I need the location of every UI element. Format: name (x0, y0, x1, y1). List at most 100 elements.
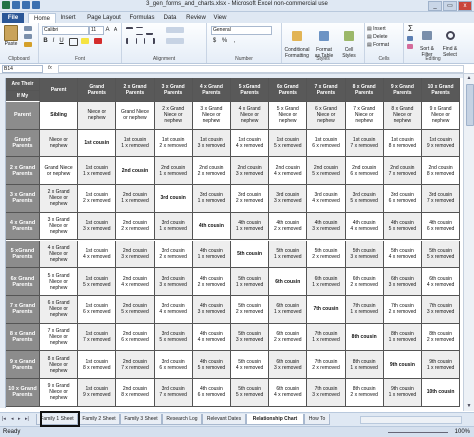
table-cell[interactable]: 5th cousin (231, 240, 270, 269)
italic-button[interactable]: I (50, 38, 57, 44)
table-cell[interactable]: 3rd cousin (154, 185, 193, 213)
table-cell[interactable]: 8th cousin 2 x removed (422, 323, 461, 352)
table-cell[interactable]: 1st cousin 3 x removed (78, 212, 117, 241)
restore-button[interactable]: ▭ (443, 1, 457, 11)
font-color-icon[interactable] (94, 38, 102, 44)
first-sheet-icon[interactable]: |◂ (2, 416, 6, 422)
table-cell[interactable]: 7th cousin 2 x removed (307, 351, 346, 379)
table-cell[interactable]: 4 x Grand Niece or nephew (40, 240, 79, 269)
table-cell[interactable]: 5th cousin 4 x removed (383, 240, 422, 269)
paste-button[interactable]: Paste (2, 25, 20, 47)
table-cell[interactable]: 9 x Grand Niece or nephew (40, 379, 79, 407)
table-cell[interactable]: 1st cousin 5 x removed (269, 129, 308, 158)
tab-data[interactable]: Data (160, 13, 180, 23)
table-cell[interactable]: 1st cousin 6 x removed (78, 295, 117, 324)
row-label[interactable]: 8 x Grand Parents (6, 323, 40, 352)
shrink-font-icon[interactable]: A (112, 27, 119, 33)
table-cell[interactable]: Niece or nephew (78, 102, 117, 130)
table-cell[interactable]: 1st cousin 2 x removed (78, 185, 117, 213)
align-center-icon[interactable] (136, 38, 145, 44)
table-cell[interactable]: 2nd cousin 1 x removed (116, 185, 155, 213)
row-label[interactable]: 7 x Grand Parents (6, 295, 40, 324)
table-cell[interactable]: 3rd cousin 7 x removed (422, 185, 461, 213)
column-header[interactable]: Grand Parents (78, 78, 117, 102)
grow-font-icon[interactable]: A (104, 27, 111, 33)
table-cell[interactable]: 3rd cousin 2 x removed (231, 185, 270, 213)
delete-cells-button[interactable]: ▤ Delete (367, 34, 388, 40)
table-cell[interactable]: 6th cousin 3 x removed (383, 268, 422, 296)
borders-icon[interactable] (69, 38, 78, 46)
vertical-scrollbar[interactable]: ▲ ▼ (463, 74, 474, 411)
sort-filter-button[interactable]: Sort & Filter (416, 25, 438, 58)
table-cell[interactable]: 8th cousin (345, 323, 384, 352)
table-cell[interactable]: 2nd cousin 2 x removed (192, 157, 231, 186)
table-cell[interactable]: 2nd cousin 3 x removed (116, 240, 155, 269)
table-cell[interactable]: Niece or nephew (40, 129, 79, 158)
table-cell[interactable]: Sibling (40, 102, 79, 130)
minimize-button[interactable]: _ (428, 1, 442, 11)
align-top-icon[interactable] (126, 27, 133, 35)
table-cell[interactable]: 2nd cousin 6 x removed (116, 323, 155, 352)
row-label[interactable]: 2 x Grand Parents (6, 157, 40, 186)
table-cell[interactable]: 1st cousin 8 x removed (78, 351, 117, 379)
format-cells-button[interactable]: ▤ Format (367, 42, 389, 48)
table-cell[interactable]: 2nd cousin 4 x removed (116, 268, 155, 296)
table-cell[interactable]: 5 x Grand Niece or nephew (40, 268, 79, 296)
sheet-tab-family-2[interactable]: Family 2 Sheet (78, 414, 120, 425)
column-header[interactable]: Parent (40, 78, 79, 102)
table-cell[interactable]: 4th cousin 2 x removed (192, 268, 231, 296)
table-cell[interactable]: 2nd cousin 6 x removed (345, 157, 384, 186)
column-header[interactable]: 8 x Grand Parents (345, 78, 384, 102)
insert-cells-button[interactable]: ▤ Insert (367, 26, 386, 32)
table-cell[interactable]: 4th cousin 3 x removed (307, 212, 346, 241)
table-cell[interactable]: 5th cousin 1 x removed (231, 268, 270, 296)
table-cell[interactable]: 3 x Grand Niece or nephew (192, 102, 231, 130)
table-cell[interactable]: Grand Niece or nephew (116, 102, 155, 130)
table-cell[interactable]: 3rd cousin 6 x removed (154, 351, 193, 379)
bold-button[interactable]: B (42, 38, 49, 44)
column-header[interactable]: 9 x Grand Parents (383, 78, 422, 102)
align-middle-icon[interactable] (136, 27, 143, 35)
table-cell[interactable]: 1st cousin 2 x removed (154, 129, 193, 158)
table-cell[interactable]: 3rd cousin 7 x removed (154, 379, 193, 407)
conditional-formatting-button[interactable]: Conditional Formatting (283, 25, 311, 59)
formula-input[interactable] (58, 65, 464, 73)
table-cell[interactable]: 8 x Grand Niece or nephew (383, 102, 422, 130)
scroll-down-icon[interactable]: ▼ (465, 403, 473, 410)
row-label[interactable]: 5 xGrand Parents (6, 240, 40, 269)
sheet-tab-research-log[interactable]: Research Log (162, 414, 202, 425)
table-cell[interactable]: 9th cousin 1 x removed (383, 379, 422, 407)
row-label[interactable]: 4 x Grand Parents (6, 212, 40, 241)
font-size-select[interactable]: 11 (89, 26, 104, 35)
worksheet-grid[interactable]: Are Their If My Parent Grand Parents 2 x G… (0, 78, 474, 408)
table-cell[interactable]: 1st cousin 7 x removed (345, 129, 384, 158)
table-cell[interactable]: 7th cousin 2 x removed (383, 295, 422, 324)
table-cell[interactable]: 4th cousin 1 x removed (231, 212, 270, 241)
number-format-select[interactable]: General (211, 26, 272, 35)
table-cell[interactable]: 4th cousin 1 x removed (192, 240, 231, 269)
table-cell[interactable]: 3rd cousin 6 x removed (383, 185, 422, 213)
table-cell[interactable]: 3rd cousin 2 x removed (154, 240, 193, 269)
table-cell[interactable]: 4th cousin 5 x removed (383, 212, 422, 241)
table-cell[interactable]: 7th cousin 3 x removed (307, 379, 346, 407)
last-sheet-icon[interactable]: ▸| (25, 416, 29, 422)
table-cell[interactable]: 1st cousin (78, 129, 117, 158)
clear-icon[interactable] (407, 44, 413, 49)
table-cell[interactable]: 4th cousin 2 x removed (269, 212, 308, 241)
zoom-slider[interactable] (388, 432, 448, 433)
table-cell[interactable]: 5th cousin 4 x removed (231, 351, 270, 379)
fill-icon[interactable] (407, 36, 413, 41)
wrap-text-icon[interactable] (166, 27, 184, 33)
table-cell[interactable]: 3rd cousin 1 x removed (192, 185, 231, 213)
table-cell[interactable]: 4th cousin (192, 212, 231, 241)
table-cell[interactable]: 1st cousin 6 x removed (307, 129, 346, 158)
table-cell[interactable]: 3rd cousin 5 x removed (154, 323, 193, 352)
tab-view[interactable]: View (211, 13, 229, 23)
align-bottom-icon[interactable] (146, 27, 153, 35)
table-cell[interactable]: 4th cousin 5 x removed (192, 351, 231, 379)
next-sheet-icon[interactable]: ▸ (18, 416, 21, 422)
cell-styles-button[interactable]: Cell Styles (338, 25, 360, 59)
cut-icon[interactable] (24, 26, 32, 31)
table-cell[interactable]: 2nd cousin 8 x removed (422, 157, 461, 186)
find-select-button[interactable]: Find & Select (439, 25, 461, 58)
